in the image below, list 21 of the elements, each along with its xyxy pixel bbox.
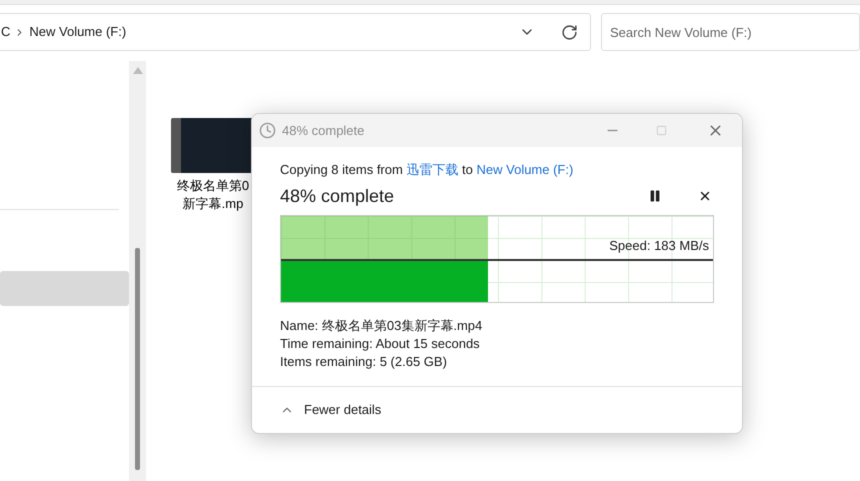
file-name: 终极名单第0 — [176, 177, 250, 195]
file-name: 新字幕.mp — [182, 195, 244, 213]
breadcrumb[interactable]: C — [1, 22, 10, 42]
scrollbar[interactable] — [129, 61, 146, 481]
fewer-details-button[interactable]: Fewer details — [280, 400, 382, 420]
progress-heading: 48% complete — [280, 184, 394, 208]
detail-line: Items remaining: 5 (2.65 GB) — [280, 353, 448, 371]
copy-description: Copying 8 items from 迅雷下载 to New Volume (F:) — [280, 161, 574, 179]
search-field[interactable]: Search New Volume (F:) — [601, 13, 860, 51]
detail-line: Name: 终极名单第03集新字幕.mp4 — [280, 317, 484, 335]
clock-icon — [259, 122, 276, 139]
scrollbar-thumb[interactable] — [135, 248, 140, 470]
speed-label: Speed: 183 MB/s — [609, 238, 709, 254]
breadcrumb[interactable]: New Volume (F:) — [29, 22, 126, 42]
detail-line: Time remaining: About 15 seconds — [280, 335, 481, 353]
cancel-icon[interactable] — [698, 189, 712, 203]
window-title: 48% complete — [282, 122, 364, 140]
address-bar[interactable]: C New Volume (F:) — [0, 13, 591, 51]
pause-icon[interactable] — [648, 189, 662, 203]
refresh-icon[interactable] — [561, 24, 578, 40]
scroll-up-arrow-icon[interactable] — [132, 67, 142, 74]
